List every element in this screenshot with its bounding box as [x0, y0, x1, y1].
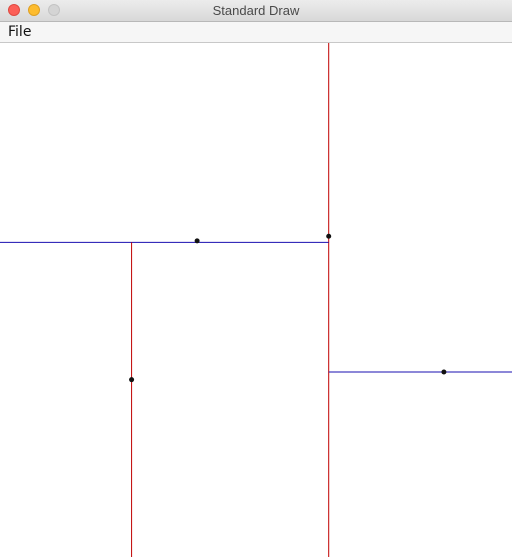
window-title: Standard Draw: [212, 3, 300, 18]
point-marker: [326, 233, 332, 239]
point-marker: [129, 377, 135, 383]
drawing-canvas[interactable]: [0, 43, 512, 557]
app-window: Standard Draw File: [0, 0, 512, 557]
minimize-window-button[interactable]: [28, 4, 40, 16]
point-marker: [441, 369, 447, 375]
menu-bar: File: [0, 22, 512, 43]
file-menu[interactable]: File: [0, 22, 39, 42]
title-bar[interactable]: Standard Draw: [0, 0, 512, 22]
point-marker: [194, 238, 200, 244]
close-window-button[interactable]: [8, 4, 20, 16]
zoom-window-button[interactable]: [48, 4, 60, 16]
drawing-svg: [0, 43, 512, 557]
